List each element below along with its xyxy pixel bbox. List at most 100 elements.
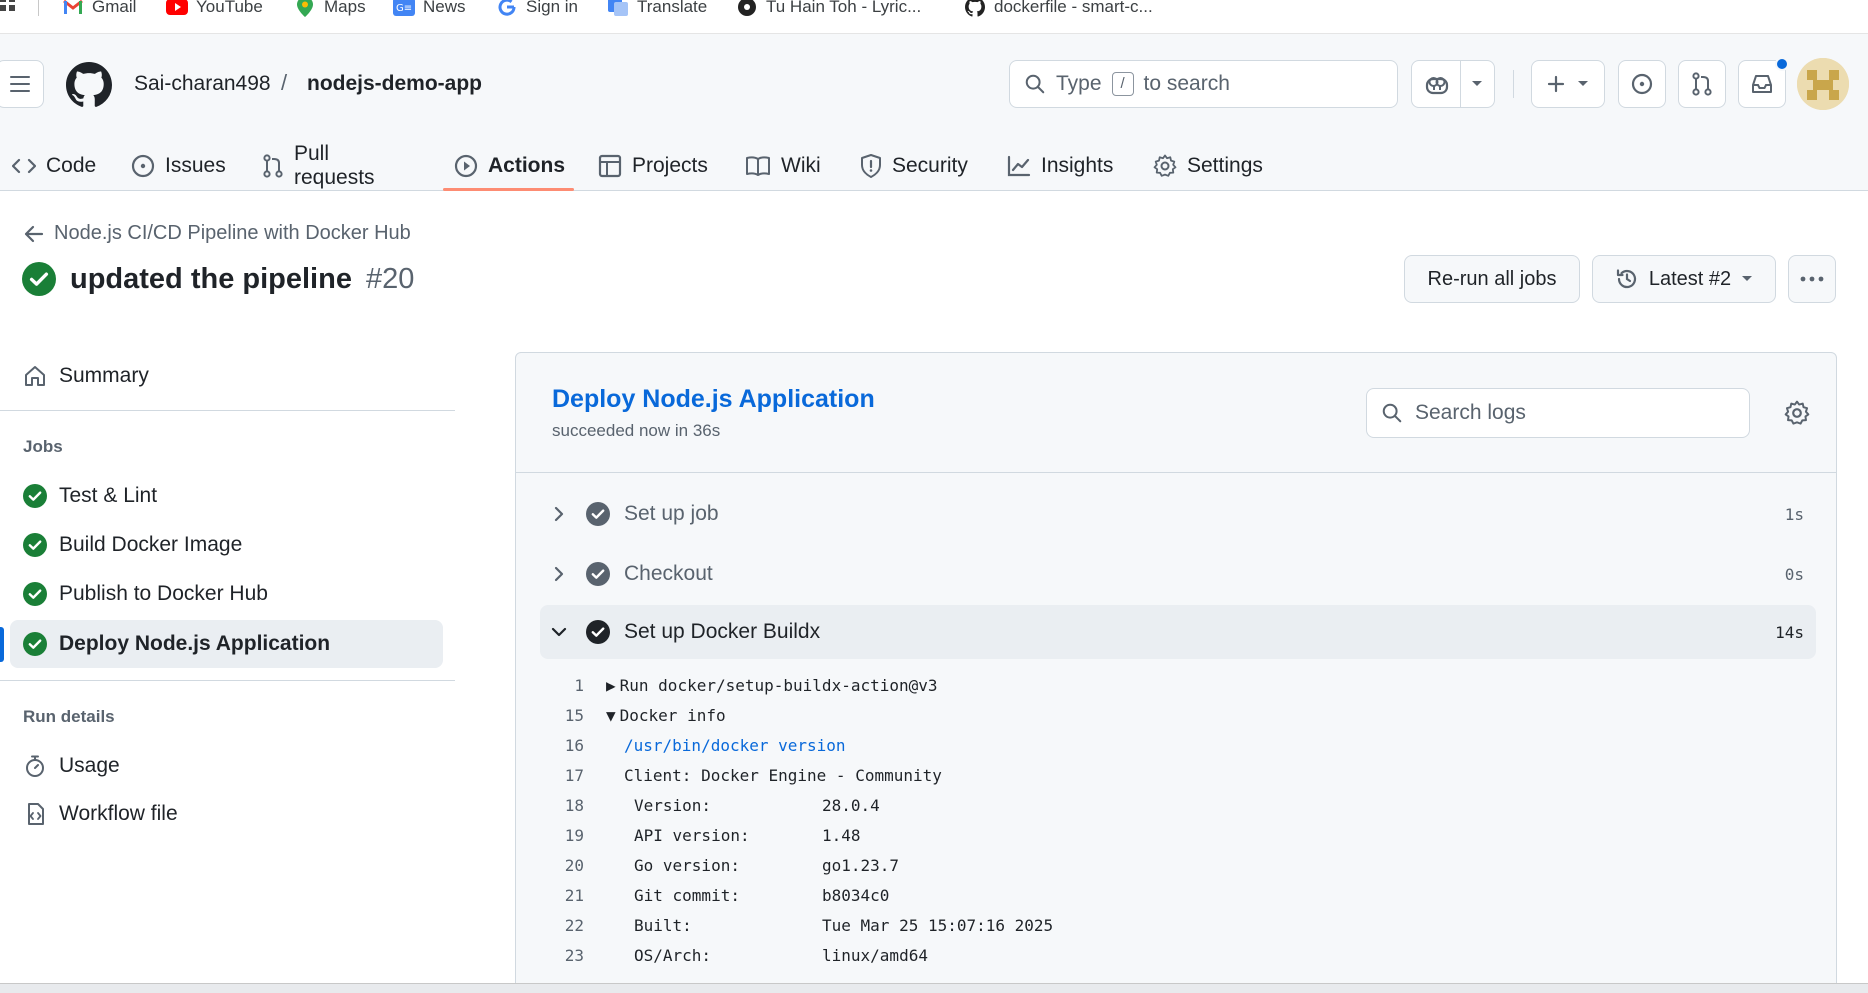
chevron-right-icon — [544, 566, 574, 582]
step-checkout[interactable]: Checkout 0s — [540, 549, 1816, 599]
active-tab-underline — [443, 188, 574, 191]
workflow-name: Node.js CI/CD Pipeline with Docker Hub — [54, 222, 411, 244]
repo-name-link[interactable]: nodejs-demo-app — [307, 72, 482, 96]
line-number: 1 — [574, 675, 584, 695]
bookmarks-bar: Gmail YouTube Maps G≡ News Sign in Trans… — [0, 0, 1868, 34]
bookmark-translate[interactable]: Translate — [607, 0, 707, 20]
browser-status-bar — [0, 983, 1868, 993]
tab-wiki[interactable]: Wiki — [745, 140, 821, 192]
log-key: OS/Arch: — [634, 945, 712, 965]
log-value: go1.23.7 — [822, 855, 900, 875]
run-number: #20 — [365, 262, 415, 295]
sidebar-item-label: Publish to Docker Hub — [59, 582, 268, 605]
sidebar-item-usage[interactable]: Usage — [10, 742, 443, 790]
check-circle-icon — [23, 533, 47, 557]
plus-icon — [1547, 75, 1565, 93]
search-icon — [1025, 74, 1045, 94]
sidebar-item-label: Workflow file — [59, 802, 178, 825]
log-line: 22 Built: Tue Mar 25 15:07:16 2025 — [540, 910, 1816, 940]
attempt-select[interactable]: Latest #2 — [1592, 255, 1776, 303]
step-set-up-docker-buildx[interactable]: Set up Docker Buildx 14s — [540, 605, 1816, 659]
step-label: Set up Docker Buildx — [624, 620, 821, 643]
issue-icon — [1631, 73, 1653, 95]
jobs-heading: Jobs — [23, 437, 63, 456]
github-logo-icon[interactable] — [66, 62, 112, 108]
workflow-back-link[interactable]: Node.js CI/CD Pipeline with Docker Hub — [24, 222, 411, 245]
job-log-header: Deploy Node.js Application succeeded now… — [516, 353, 1836, 473]
step-label: Checkout — [624, 562, 713, 585]
bookmark-maps[interactable]: Maps — [294, 0, 366, 20]
bookmark-news[interactable]: G≡ News — [393, 0, 466, 20]
log-line[interactable]: 15 ▼ Docker info — [540, 700, 1816, 730]
log-line[interactable]: 1 ▶ Run docker/setup-buildx-action@v3 — [540, 670, 1816, 700]
stopwatch-icon — [26, 755, 44, 777]
global-search-input[interactable]: Type / to search — [1009, 60, 1398, 108]
bookmark-lyrics[interactable]: Tu Hain Toh - Lyric... — [736, 0, 921, 20]
tab-pull-requests[interactable]: Pull requests — [262, 140, 375, 192]
step-set-up-job[interactable]: Set up job 1s — [540, 489, 1816, 539]
search-prefix: Type — [1056, 72, 1102, 95]
log-key: Git commit: — [634, 885, 740, 905]
copilot-button[interactable] — [1411, 60, 1495, 108]
more-options-button[interactable] — [1788, 255, 1836, 303]
tab-settings[interactable]: Settings — [1153, 140, 1263, 192]
menu-button[interactable] — [0, 60, 44, 108]
check-circle-icon — [23, 632, 47, 656]
expand-marker[interactable]: ▼ — [606, 706, 616, 725]
tab-label: Security — [892, 154, 968, 177]
job-status-text: succeeded now in 36s — [552, 421, 721, 440]
sidebar-item-workflow-file[interactable]: Workflow file — [10, 790, 443, 838]
rerun-all-jobs-button[interactable]: Re-run all jobs — [1404, 255, 1580, 303]
tab-projects[interactable]: Projects — [598, 140, 708, 192]
log-line: 21 Git commit: b8034c0 — [540, 880, 1816, 910]
tab-insights[interactable]: Insights — [1007, 140, 1113, 192]
history-icon — [1616, 269, 1636, 289]
graph-icon — [1007, 155, 1031, 177]
gear-icon[interactable] — [1784, 400, 1810, 426]
tab-code[interactable]: Code — [12, 140, 96, 192]
log-text: Run docker/setup-buildx-action@v3 — [619, 675, 938, 695]
sidebar-item-summary[interactable]: Summary — [10, 352, 443, 400]
sidebar-item-label: Deploy Node.js Application — [59, 632, 331, 655]
news-icon: G≡ — [393, 0, 415, 17]
repo-owner-link[interactable]: Sai-charan498 — [134, 72, 271, 96]
tab-label: Pull requests — [294, 142, 375, 189]
check-circle-icon — [586, 502, 610, 526]
log-line: 18 Version: 28.0.4 — [540, 790, 1816, 820]
header-divider — [1513, 70, 1514, 98]
home-icon — [25, 366, 45, 386]
active-item-indicator — [0, 627, 4, 662]
tab-issues[interactable]: Issues — [131, 140, 226, 192]
bookmark-label: dockerfile - smart-c... — [994, 0, 1153, 16]
sidebar-item-label: Build Docker Image — [59, 533, 243, 556]
tab-security[interactable]: Security — [860, 140, 968, 192]
tab-label: Wiki — [781, 154, 821, 177]
bookmark-label: Tu Hain Toh - Lyric... — [766, 0, 922, 16]
tab-actions[interactable]: Actions — [454, 140, 565, 192]
apps-grid-icon[interactable] — [0, 0, 16, 12]
pull-requests-button[interactable] — [1678, 60, 1726, 108]
check-circle-icon — [22, 262, 56, 296]
issue-icon — [131, 154, 155, 178]
expand-marker[interactable]: ▶ — [606, 676, 616, 695]
job-title[interactable]: Deploy Node.js Application — [552, 385, 875, 414]
google-icon — [496, 0, 518, 17]
log-key: Built: — [634, 915, 692, 935]
inbox-icon — [1752, 75, 1772, 93]
bookmark-sign-in[interactable]: Sign in — [496, 0, 578, 20]
sidebar-item-test-lint[interactable]: Test & Lint — [10, 472, 443, 520]
step-duration: 1s — [1784, 504, 1804, 524]
create-new-button[interactable] — [1531, 60, 1605, 108]
bookmark-youtube[interactable]: YouTube — [166, 0, 263, 20]
bookmark-dockerfile[interactable]: dockerfile - smart-c... — [964, 0, 1153, 20]
sidebar-item-publish-docker-hub[interactable]: Publish to Docker Hub — [10, 570, 443, 618]
issues-button[interactable] — [1618, 60, 1666, 108]
bookmark-gmail[interactable]: Gmail — [62, 0, 136, 20]
log-value: 28.0.4 — [822, 795, 880, 815]
sidebar-item-build-docker-image[interactable]: Build Docker Image — [10, 521, 443, 569]
sidebar-item-deploy-nodejs[interactable]: Deploy Node.js Application — [10, 620, 443, 668]
search-logs-input[interactable]: Search logs — [1366, 388, 1750, 438]
maps-icon — [294, 0, 316, 17]
avatar[interactable] — [1797, 58, 1849, 110]
chevron-down-icon — [544, 627, 574, 637]
